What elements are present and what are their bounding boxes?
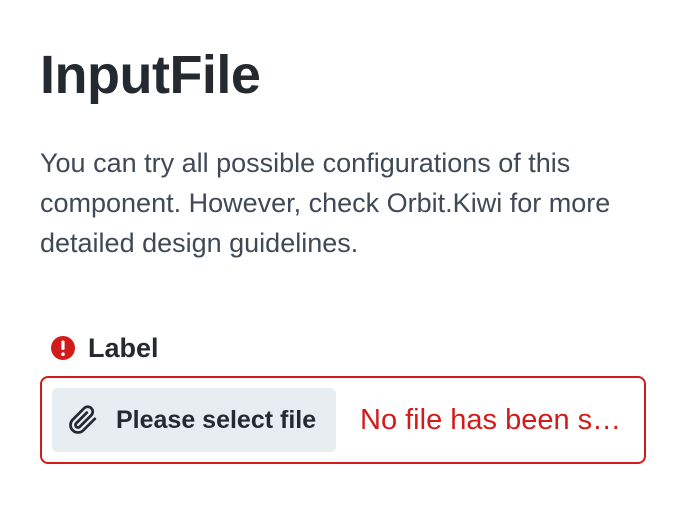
alert-circle-icon bbox=[50, 335, 76, 361]
input-file-label: Label bbox=[88, 332, 159, 363]
input-file-box[interactable]: Please select file No file has been sele… bbox=[40, 376, 646, 464]
select-file-button-label: Please select file bbox=[116, 405, 317, 434]
file-status-text: No file has been selected yet bbox=[360, 404, 636, 436]
select-file-button[interactable]: Please select file bbox=[52, 388, 336, 452]
paperclip-icon bbox=[68, 405, 98, 435]
input-file-field: Label Please select file No file has bee… bbox=[40, 330, 646, 464]
page-description: You can try all possible configurations … bbox=[40, 148, 611, 258]
input-file-label-row: Label bbox=[40, 330, 646, 366]
page-title: InputFile bbox=[40, 45, 261, 105]
